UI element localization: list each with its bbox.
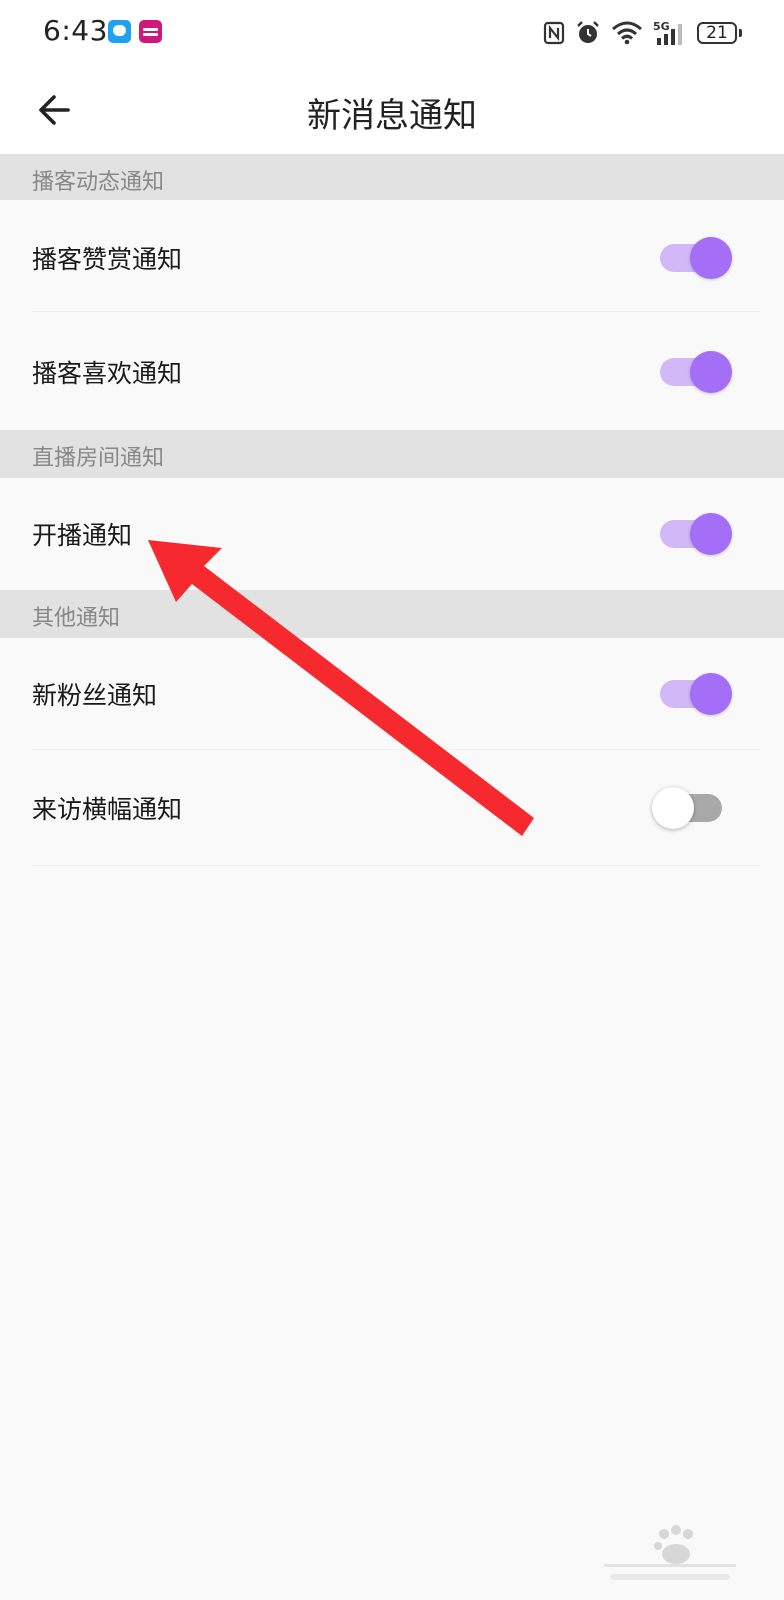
setting-row: 开播通知: [0, 478, 784, 590]
page-title: 新消息通知: [307, 96, 477, 136]
toggle-knob: [690, 673, 732, 715]
section-title: 播客动态通知: [32, 170, 165, 195]
toggle-switch[interactable]: [656, 672, 732, 716]
news-app-icon: [139, 20, 162, 43]
section-header: 其他通知: [0, 590, 784, 638]
setting-row: 新粉丝通知: [0, 638, 784, 750]
setting-row: 播客喜欢通知: [0, 312, 784, 430]
toggle-knob: [690, 351, 732, 393]
toggle-switch[interactable]: [652, 786, 728, 830]
setting-label: 播客喜欢通知: [32, 359, 183, 388]
setting-row: 播客赞赏通知: [0, 200, 784, 312]
toggle-knob: [690, 237, 732, 279]
setting-row: 来访横幅通知: [0, 750, 784, 866]
section-title: 其他通知: [32, 606, 121, 631]
battery-tip: [739, 29, 742, 37]
toggle-knob: [652, 787, 694, 829]
top-bar: 新消息通知: [0, 66, 784, 154]
toggle-knob: [690, 513, 732, 555]
battery-icon: 21: [697, 22, 737, 44]
status-time: 6:43: [43, 14, 108, 47]
svg-text:5G: 5G: [653, 20, 670, 33]
setting-label: 来访横幅通知: [32, 795, 183, 824]
signal-5g-icon: 5G: [653, 20, 687, 46]
setting-label: 新粉丝通知: [32, 681, 158, 710]
watermark-logo: [604, 1525, 736, 1580]
toggle-switch[interactable]: [656, 236, 732, 280]
status-icons: 5G 21: [543, 18, 742, 48]
notification-settings-page: 6:43 5G 21 新消息通知 播客动态通知 播客赞赏通知 播客喜欢通知 直播…: [0, 0, 784, 1600]
message-app-icon: [108, 20, 131, 43]
wifi-icon: [611, 21, 643, 45]
section-header: 直播房间通知: [0, 430, 784, 478]
section-title: 直播房间通知: [32, 446, 165, 471]
divider: [32, 865, 760, 866]
toggle-switch[interactable]: [656, 512, 732, 556]
nfc-icon: [543, 21, 565, 45]
alarm-icon: [575, 20, 601, 46]
toggle-switch[interactable]: [656, 350, 732, 394]
status-bar: 6:43 5G 21: [0, 0, 784, 66]
setting-label: 开播通知: [32, 521, 133, 550]
setting-label: 播客赞赏通知: [32, 245, 183, 274]
section-header: 播客动态通知: [0, 154, 784, 200]
